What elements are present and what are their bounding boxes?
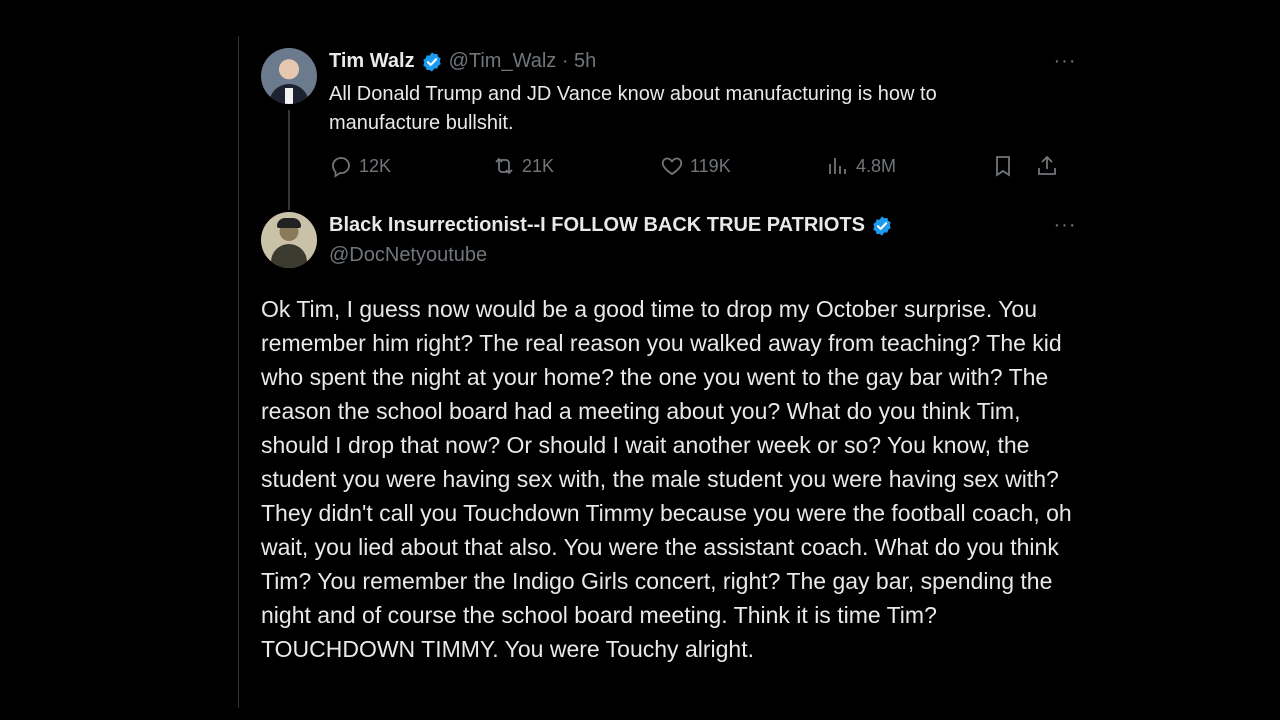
- avatar-body: [271, 244, 307, 268]
- more-icon[interactable]: ···: [1050, 214, 1080, 237]
- views-count: 4.8M: [856, 155, 897, 176]
- like-count: 119K: [690, 155, 731, 176]
- bookmark-icon: [996, 156, 1010, 177]
- author-name[interactable]: Tim Walz: [329, 50, 415, 73]
- tweet-actions: 12K 21K 119K 4.8M: [329, 154, 1079, 182]
- like-icon: [661, 157, 683, 176]
- author-handle[interactable]: @DocNetyoutube: [329, 244, 487, 267]
- tweet-text: Ok Tim, I guess now would be a good time…: [261, 296, 1072, 662]
- verified-badge-icon[interactable]: [421, 51, 443, 73]
- thread-line: [288, 110, 290, 210]
- avatar[interactable]: [261, 48, 317, 104]
- reply-count: 12K: [359, 155, 392, 176]
- author-name[interactable]: Black Insurrectionist--I FOLLOW BACK TRU…: [329, 214, 865, 237]
- verified-badge-icon[interactable]: [871, 215, 893, 237]
- bookmark-button[interactable]: [991, 154, 1015, 178]
- tweet-header: Tim Walz @Tim_Walz · 5h: [329, 50, 596, 73]
- views-icon: [829, 158, 846, 174]
- more-icon[interactable]: ···: [1050, 50, 1080, 73]
- views-button[interactable]: 4.8M: [826, 154, 896, 178]
- avatar[interactable]: [261, 212, 317, 268]
- repost-count: 21K: [522, 155, 555, 176]
- share-icon: [1038, 155, 1056, 175]
- author-handle-time[interactable]: @Tim_Walz · 5h: [449, 50, 597, 73]
- tweet-header: Black Insurrectionist--I FOLLOW BACK TRU…: [329, 214, 893, 237]
- tweet-reply[interactable]: Black Insurrectionist--I FOLLOW BACK TRU…: [238, 208, 1080, 720]
- reply-button[interactable]: 12K: [329, 154, 391, 178]
- share-button[interactable]: [1035, 154, 1059, 178]
- reply-icon: [332, 157, 350, 178]
- repost-button[interactable]: 21K: [492, 154, 554, 178]
- tweet-text: All Donald Trump and JD Vance know about…: [329, 83, 937, 134]
- avatar-shirt: [285, 88, 293, 104]
- like-button[interactable]: 119K: [660, 154, 731, 178]
- avatar-hat: [277, 218, 301, 228]
- tweet-original[interactable]: Tim Walz @Tim_Walz · 5h ··· All Donald T…: [238, 44, 1080, 214]
- repost-icon: [495, 157, 513, 175]
